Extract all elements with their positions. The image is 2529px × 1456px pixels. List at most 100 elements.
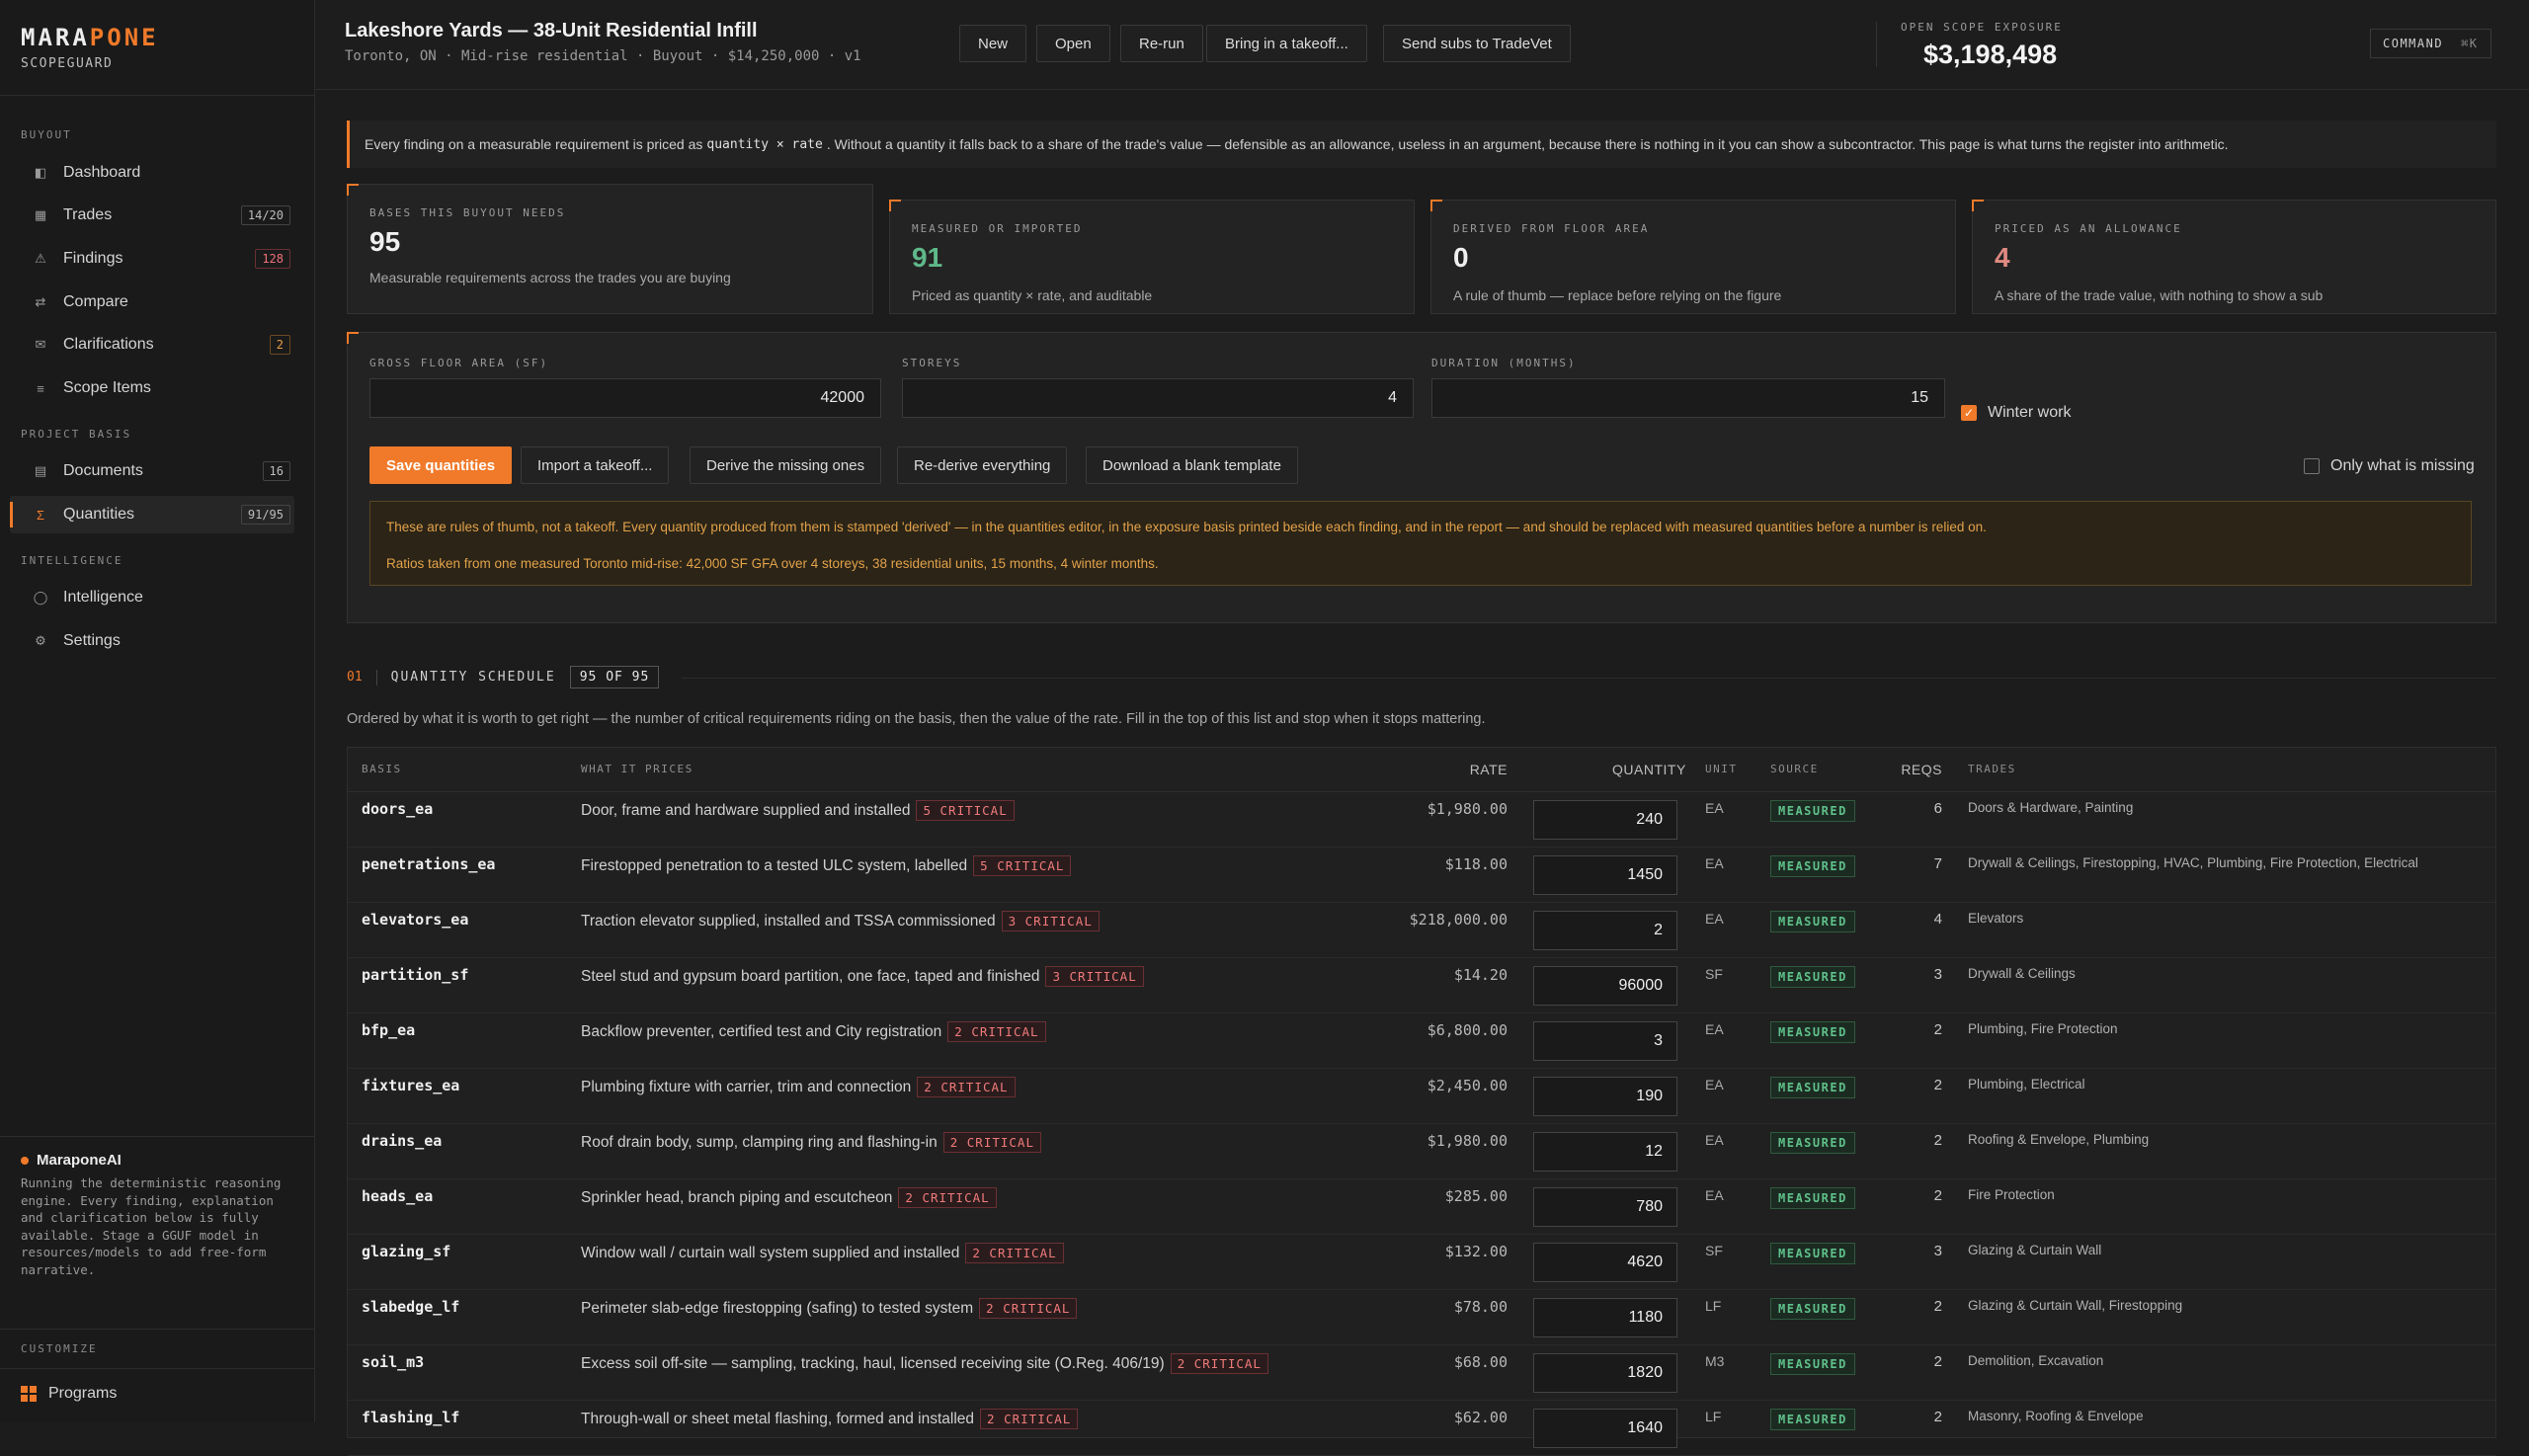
rate-value: $285.00 — [1444, 1187, 1508, 1205]
table-row[interactable]: slabedge_lf Perimeter slab-edge firestopp… — [348, 1290, 2495, 1345]
table-row[interactable]: bfp_ea Backflow preventer, certified test… — [348, 1013, 2495, 1069]
trades-list: Masonry, Roofing & Envelope — [1968, 1409, 2144, 1423]
basis-code: partition_sf — [362, 966, 469, 984]
sidebar-divider — [0, 95, 314, 96]
winter-work-checkbox[interactable]: ✓ Winter work — [1961, 404, 2071, 422]
rederive-everything-button[interactable]: Re-derive everything — [897, 446, 1068, 484]
trades-list: Plumbing, Fire Protection — [1968, 1021, 2118, 1036]
duration-input[interactable]: 15 — [1431, 378, 1945, 418]
table-row[interactable]: drains_ea Roof drain body, sump, clamping… — [348, 1124, 2495, 1179]
table-row[interactable]: soil_m3 Excess soil off-site — sampling, … — [348, 1345, 2495, 1401]
column-header-what[interactable]: WHAT IT PRICES — [581, 748, 693, 791]
sidebar-item-label: Settings — [63, 632, 121, 649]
sidebar-item-quantities[interactable]: Σ Quantities 91/95 — [10, 496, 294, 533]
column-header-quantity[interactable]: QUANTITY — [1612, 748, 1686, 791]
storeys-label: STOREYS — [902, 357, 962, 369]
bring-takeoff-button[interactable]: Bring in a takeoff... — [1206, 25, 1367, 62]
unit-value: EA — [1705, 1187, 1724, 1203]
sidebar-item-programs[interactable]: Programs — [21, 1385, 117, 1403]
sidebar-item-clarifications[interactable]: ✉ Clarifications 2 — [10, 326, 294, 364]
sidebar-item-dashboard[interactable]: ◧ Dashboard — [10, 154, 294, 192]
dashboard-icon: ◧ — [34, 165, 47, 180]
sidebar-item-label: Documents — [63, 462, 143, 479]
quantity-input[interactable]: 1640 — [1533, 1409, 1677, 1448]
table-row[interactable]: penetrations_ea Firestopped penetration t… — [348, 848, 2495, 903]
quantity-input[interactable]: 2 — [1533, 911, 1677, 950]
table-row[interactable]: fixtures_ea Plumbing fixture with carrier… — [348, 1069, 2495, 1124]
quantity-input[interactable]: 4620 — [1533, 1243, 1677, 1282]
quantity-input[interactable]: 96000 — [1533, 966, 1677, 1006]
checkbox-box — [2304, 458, 2320, 474]
critical-badge: 2 CRITICAL — [942, 1132, 1041, 1153]
column-header-reqs[interactable]: REQS — [1901, 748, 1942, 791]
basis-code: bfp_ea — [362, 1021, 416, 1039]
derive-missing-button[interactable]: Derive the missing ones — [690, 446, 882, 484]
ai-description: Running the deterministic reasoning engi… — [21, 1175, 282, 1277]
new-button[interactable]: New — [959, 25, 1027, 62]
count-badge: 2 — [269, 335, 290, 355]
table-row[interactable]: heads_ea Sprinkler head, branch piping an… — [348, 1179, 2495, 1235]
column-header-unit[interactable]: UNIT — [1705, 748, 1738, 791]
sidebar-item-trades[interactable]: ▦ Trades 14/20 — [10, 197, 294, 234]
column-header-source[interactable]: SOURCE — [1770, 748, 1819, 791]
quantity-input[interactable]: 240 — [1533, 800, 1677, 840]
sidebar-item-intelligence[interactable]: ◯ Intelligence — [10, 579, 294, 616]
send-subs-button[interactable]: Send subs to TradeVet — [1383, 25, 1571, 62]
table-row[interactable]: glazing_sf Window wall / curtain wall sys… — [348, 1235, 2495, 1290]
rate-value: $62.00 — [1453, 1409, 1508, 1426]
table-row[interactable]: doors_ea Door, frame and hardware supplie… — [348, 792, 2495, 848]
table-row[interactable]: elevators_ea Traction elevator supplied, … — [348, 903, 2495, 958]
sidebar-item-label: Programs — [48, 1385, 118, 1402]
rerun-button[interactable]: Re-run — [1120, 25, 1203, 62]
table-row[interactable]: flashing_lf Through-wall or sheet metal f… — [348, 1401, 2495, 1456]
only-missing-checkbox[interactable]: Only what is missing — [2304, 457, 2475, 475]
quantity-input[interactable]: 1450 — [1533, 855, 1677, 895]
sigma-icon: Σ — [36, 507, 45, 523]
table-row[interactable]: partition_sf Steel stud and gypsum board … — [348, 958, 2495, 1013]
quantity-input[interactable]: 1180 — [1533, 1298, 1677, 1337]
quantity-input[interactable]: 12 — [1533, 1132, 1677, 1172]
source-badge: MEASURED — [1770, 1021, 1855, 1043]
unit-value: EA — [1705, 800, 1724, 816]
what-it-prices: Firestopped penetration to a tested ULC … — [581, 855, 1072, 876]
what-it-prices: Door, frame and hardware supplied and in… — [581, 800, 1015, 821]
basis-code: doors_ea — [362, 800, 434, 818]
quantity-input[interactable]: 1820 — [1533, 1353, 1677, 1393]
sidebar-item-label: Compare — [63, 293, 128, 310]
count-badge: 16 — [262, 461, 290, 481]
sidebar-item-findings[interactable]: ⚠ Findings 128 — [10, 240, 294, 278]
count-badge: 91/95 — [240, 505, 290, 525]
column-header-trades[interactable]: TRADES — [1968, 748, 2016, 791]
sidebar-item-compare[interactable]: ⇄ Compare — [10, 283, 294, 321]
command-palette-button[interactable]: COMMAND ⌘K — [2370, 29, 2491, 58]
open-button[interactable]: Open — [1036, 25, 1110, 62]
project-basis-panel: GROSS FLOOR AREA (SF) 42000 STOREYS 4 DU… — [347, 332, 2496, 623]
sidebar-section-buyout: BUYOUT — [21, 128, 72, 141]
sidebar-item-documents[interactable]: ▤ Documents 16 — [10, 452, 294, 490]
section-description: Ordered by what it is worth to get right… — [347, 711, 1486, 727]
quantity-input[interactable]: 780 — [1533, 1187, 1677, 1227]
basis-code: glazing_sf — [362, 1243, 451, 1260]
import-takeoff-button[interactable]: Import a takeoff... — [521, 446, 670, 484]
unit-value: SF — [1705, 1243, 1723, 1258]
quantity-input[interactable]: 190 — [1533, 1077, 1677, 1116]
count-badge: 128 — [255, 249, 290, 269]
stat-value: 95 — [369, 226, 401, 257]
download-template-button[interactable]: Download a blank template — [1086, 446, 1298, 484]
trades-list: Drywall & Ceilings — [1968, 966, 2076, 981]
critical-badge: 5 CRITICAL — [973, 855, 1072, 876]
sidebar-item-settings[interactable]: ⚙ Settings — [10, 622, 294, 660]
column-header-rate[interactable]: RATE — [1470, 748, 1508, 791]
brand-logo[interactable]: MARAPONE SCOPEGUARD — [21, 24, 159, 71]
checkbox-label: Only what is missing — [2330, 457, 2475, 474]
quantity-input[interactable]: 3 — [1533, 1021, 1677, 1061]
trades-list: Glazing & Curtain Wall — [1968, 1243, 2102, 1257]
rate-value: $218,000.00 — [1409, 911, 1508, 929]
stat-description: A share of the trade value, with nothing… — [1995, 287, 2324, 303]
storeys-input[interactable]: 4 — [902, 378, 1414, 418]
gfa-input[interactable]: 42000 — [369, 378, 881, 418]
save-quantities-button[interactable]: Save quantities — [369, 446, 513, 484]
sidebar-item-scope-items[interactable]: ≡ Scope Items — [10, 369, 294, 407]
column-header-basis[interactable]: BASIS — [362, 748, 402, 791]
unit-value: EA — [1705, 911, 1724, 927]
